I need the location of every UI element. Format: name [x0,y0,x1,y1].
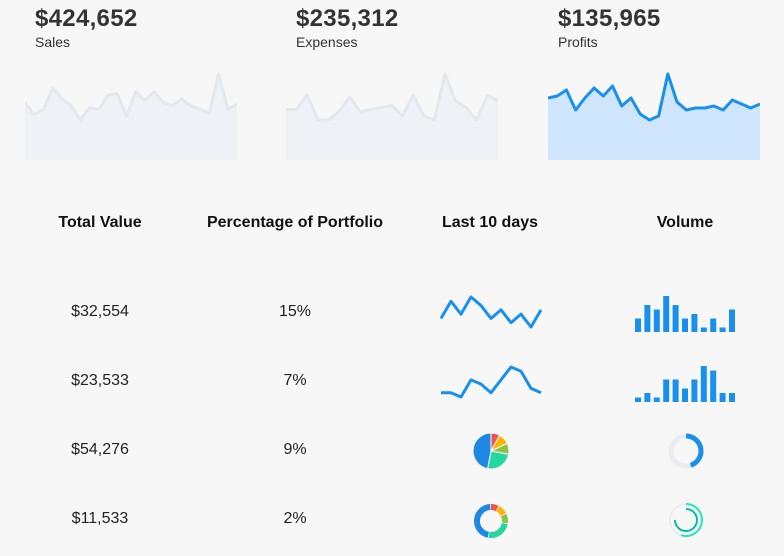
donut-segment [490,504,499,512]
kpi-sales-value: $424,652 [35,5,138,32]
volume-bars [635,296,735,332]
trend-line [441,365,542,399]
volume-bar [644,393,651,402]
total-value-cell: $54,276 [71,441,129,458]
gauge-fill [685,433,704,468]
kpi-profits-label: Profits [558,34,598,50]
percentage-cell: 7% [283,372,307,389]
expenses-sparkline [286,72,498,160]
volume-bar [682,318,688,332]
volume-bar [729,309,735,332]
kpi-sales-label: Sales [35,34,71,50]
volume-bars [635,366,735,402]
sparkline-area [25,74,237,160]
percentage-cell: 9% [283,441,307,458]
volume-bar [729,393,735,402]
kpi-profits-value: $135,965 [558,5,661,32]
volume-bar [710,318,717,332]
header-volume: Volume [656,214,714,231]
total-value-cell: $11,533 [71,510,129,527]
kpi-expenses-label: Expenses [296,34,358,50]
profits-sparkline [548,72,760,160]
donut-segment [496,506,507,517]
percentage-cell: 2% [283,510,307,527]
volume-bar [691,379,698,402]
volume-bar [663,379,670,402]
total-value-cell: $32,554 [71,303,129,320]
volume-bar [644,305,651,332]
donut-segment [488,522,508,538]
trend-sparkline [440,295,542,329]
volume-bar [682,388,688,402]
sales-sparkline [25,72,237,160]
percentage-cell: 15% [278,303,312,320]
kpi-profits: $135,965 Profits [558,4,770,50]
volume-gauge [668,433,704,469]
volume-bar [700,366,707,402]
donut-segment [474,504,491,538]
header-percentage: Percentage of Portfolio [206,214,384,231]
ring-arc [674,508,698,532]
pie-slice [472,432,492,470]
total-value-cell: $23,533 [71,372,129,389]
volume-rings [669,503,703,537]
volume-bar [691,314,698,332]
volume-bar [719,327,726,332]
volume-bar [700,327,707,332]
trend-sparkline [441,365,542,399]
kpi-expenses-value: $235,312 [296,5,399,32]
donut-segment [500,513,508,524]
volume-bar [653,397,660,402]
volume-bar [653,309,660,332]
volume-bar [710,370,717,402]
trend-line [440,295,542,329]
volume-bar [635,397,641,402]
kpi-expenses: $235,312 Expenses [296,4,508,50]
kpi-sales: $424,652 Sales [35,4,247,50]
volume-bar [672,379,679,402]
volume-bar [635,318,641,332]
volume-bar [672,305,679,332]
volume-bar [719,393,726,402]
trend-donut [474,504,508,538]
header-last-10-days: Last 10 days [441,214,539,231]
trend-pie [472,432,510,470]
header-total-value: Total Value [58,214,142,231]
volume-bar [663,296,670,332]
